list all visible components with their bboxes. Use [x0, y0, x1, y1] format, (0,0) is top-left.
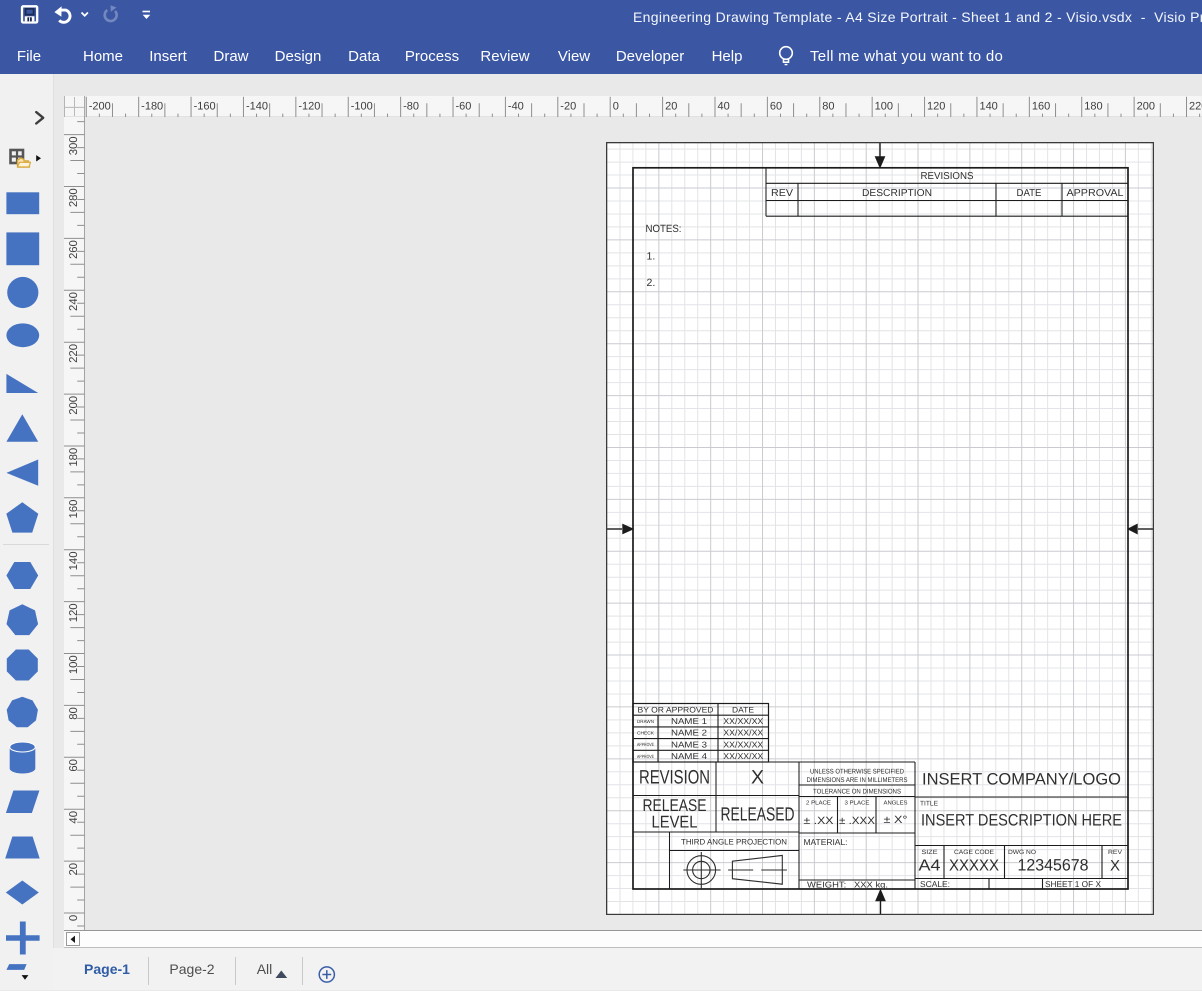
svg-text:APPROVAL: APPROVAL [1067, 187, 1124, 198]
svg-text:DATE: DATE [732, 705, 754, 714]
svg-text:A4: A4 [919, 857, 941, 874]
svg-text:NOTES:: NOTES: [646, 223, 682, 235]
svg-text:240: 240 [68, 292, 80, 311]
svg-text:-80: -80 [403, 100, 419, 112]
svg-text:XXXXX: XXXXX [949, 857, 999, 874]
svg-text:100: 100 [875, 100, 893, 112]
svg-text:TITLE: TITLE [920, 800, 938, 807]
svg-text:THIRD ANGLE PROJECTION: THIRD ANGLE PROJECTION [681, 837, 787, 846]
svg-text:SIZE: SIZE [922, 849, 938, 856]
svg-text:40: 40 [718, 100, 730, 112]
svg-text:DATE: DATE [1017, 187, 1042, 198]
svg-text:0: 0 [613, 100, 619, 112]
svg-text:40: 40 [68, 811, 80, 824]
svg-text:20: 20 [665, 100, 677, 112]
svg-text:NAME 4: NAME 4 [671, 751, 707, 761]
svg-text:200: 200 [1137, 100, 1155, 112]
svg-text:INSERT COMPANY/LOGO: INSERT COMPANY/LOGO [922, 770, 1121, 788]
svg-text:0: 0 [68, 915, 80, 921]
svg-text:NAME 1: NAME 1 [671, 716, 707, 726]
svg-text:NAME 3: NAME 3 [671, 739, 707, 749]
svg-text:260: 260 [68, 240, 80, 259]
svg-text:-120: -120 [299, 100, 321, 112]
svg-text:120: 120 [927, 100, 945, 112]
svg-text:MATERIAL:: MATERIAL: [804, 837, 848, 847]
svg-text:1.: 1. [647, 250, 656, 262]
svg-text:-180: -180 [141, 100, 163, 112]
svg-text:CHECK: CHECK [637, 730, 655, 735]
svg-text:-100: -100 [351, 100, 373, 112]
svg-text:160: 160 [1032, 100, 1050, 112]
svg-text:140: 140 [980, 100, 998, 112]
svg-text:APPROVE: APPROVE [637, 742, 654, 747]
svg-text:XX/XX/XX: XX/XX/XX [723, 739, 763, 749]
svg-text:± .XX: ± .XX [804, 815, 834, 827]
svg-text:REVISION: REVISION [639, 766, 710, 788]
svg-text:DIMENSIONS ARE IN MILLIMETERS: DIMENSIONS ARE IN MILLIMETERS [807, 777, 908, 784]
svg-text:APPROVE: APPROVE [637, 753, 654, 758]
svg-text:-60: -60 [456, 100, 472, 112]
svg-text:REV: REV [1108, 849, 1123, 856]
svg-text:REVISIONS: REVISIONS [921, 171, 974, 182]
svg-text:-140: -140 [246, 100, 268, 112]
svg-text:XX/XX/XX: XX/XX/XX [723, 751, 763, 761]
svg-text:REV: REV [771, 187, 793, 198]
svg-text:80: 80 [822, 100, 834, 112]
svg-text:-40: -40 [508, 100, 524, 112]
svg-text:XX/XX/XX: XX/XX/XX [723, 716, 763, 726]
svg-text:DRAWN: DRAWN [637, 718, 654, 723]
svg-text:SCALE:: SCALE: [920, 879, 950, 889]
svg-text:160: 160 [68, 500, 80, 519]
svg-text:NAME 2: NAME 2 [671, 727, 707, 737]
svg-text:220: 220 [1189, 100, 1202, 112]
svg-text:-160: -160 [194, 100, 216, 112]
svg-text:INSERT DESCRIPTION HERE: INSERT DESCRIPTION HERE [921, 811, 1122, 829]
svg-text:60: 60 [68, 759, 80, 772]
svg-text:XX/XX/XX: XX/XX/XX [723, 727, 763, 737]
svg-text:± X°: ± X° [884, 814, 908, 826]
svg-text:TOLERANCE ON DIMENSIONS: TOLERANCE ON DIMENSIONS [813, 788, 901, 795]
svg-text:CAGE CODE: CAGE CODE [954, 849, 994, 856]
svg-text:WEIGHT: XXX kg.: WEIGHT: XXX kg. [807, 879, 888, 889]
svg-text:-20: -20 [560, 100, 576, 112]
svg-text:X: X [751, 766, 764, 788]
svg-text:12345678: 12345678 [1018, 856, 1089, 874]
svg-text:± .XXX: ± .XXX [839, 815, 875, 827]
svg-text:DWG NO: DWG NO [1008, 849, 1036, 856]
svg-text:UNLESS OTHERWISE SPECIFIED: UNLESS OTHERWISE SPECIFIED [810, 768, 904, 775]
svg-text:300: 300 [68, 136, 80, 155]
svg-text:SHEET 1 OF X: SHEET 1 OF X [1045, 879, 1101, 889]
svg-text:BY OR APPROVED: BY OR APPROVED [638, 705, 714, 714]
svg-text:20: 20 [68, 863, 80, 876]
svg-text:2.: 2. [647, 277, 656, 289]
svg-text:100: 100 [68, 655, 80, 674]
svg-text:2 PLACE: 2 PLACE [806, 799, 831, 806]
svg-text:140: 140 [68, 552, 80, 571]
svg-text:DESCRIPTION: DESCRIPTION [862, 187, 932, 198]
svg-text:LEVEL: LEVEL [652, 812, 698, 831]
svg-text:180: 180 [1084, 100, 1102, 112]
svg-text:ANGLES: ANGLES [884, 799, 908, 806]
svg-text:280: 280 [68, 188, 80, 207]
svg-text:-200: -200 [89, 100, 111, 112]
svg-text:120: 120 [68, 603, 80, 622]
svg-text:RELEASED: RELEASED [721, 804, 795, 825]
svg-text:60: 60 [770, 100, 782, 112]
svg-text:180: 180 [68, 448, 80, 467]
svg-text:220: 220 [68, 344, 80, 363]
svg-text:200: 200 [68, 396, 80, 415]
svg-text:X: X [1110, 857, 1120, 874]
svg-text:3 PLACE: 3 PLACE [845, 799, 870, 806]
svg-text:80: 80 [68, 707, 80, 720]
